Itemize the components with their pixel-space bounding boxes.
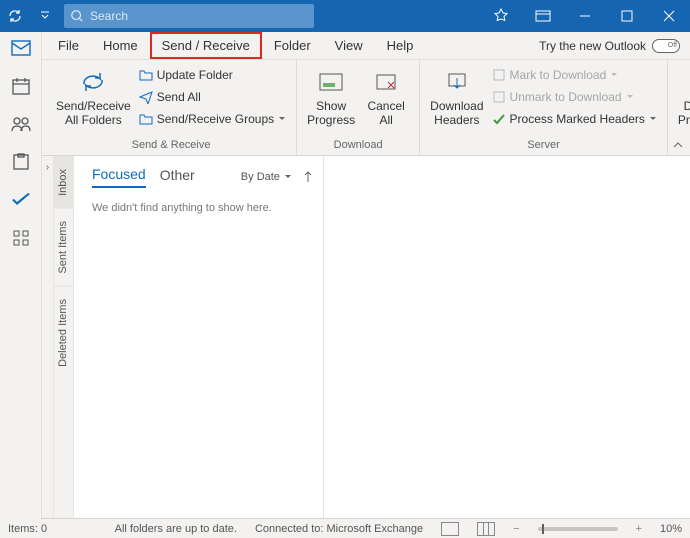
ribbon-tabs: File Home Send / Receive Folder View Hel… — [0, 32, 690, 60]
chevron-down-icon — [278, 115, 286, 123]
folder-pane-expand[interactable]: › — [42, 156, 54, 518]
ribbon-group-download: Show Progress Cancel All Download — [297, 60, 420, 155]
tab-help[interactable]: Help — [375, 32, 426, 59]
ribbon-mode-icon[interactable] — [522, 0, 564, 32]
try-new-outlook-label: Try the new Outlook — [539, 39, 646, 53]
ribbon-group-label: Send & Receive — [52, 139, 290, 153]
chevron-down-icon — [626, 93, 634, 101]
progress-icon — [318, 66, 344, 98]
try-new-outlook[interactable]: Try the new Outlook Off — [539, 32, 690, 59]
zoom-slider[interactable] — [538, 527, 618, 531]
vtab-deleted-items[interactable]: Deleted Items — [54, 286, 73, 379]
cancel-all-button[interactable]: Cancel All — [359, 64, 413, 130]
status-sync: All folders are up to date. — [115, 523, 237, 535]
folder-icon — [139, 112, 153, 126]
tab-file[interactable]: File — [46, 32, 91, 59]
download-headers-icon — [445, 66, 469, 98]
view-reading-button[interactable] — [477, 522, 495, 536]
tab-home[interactable]: Home — [91, 32, 150, 59]
update-folder-button[interactable]: Update Folder — [135, 64, 290, 86]
status-bar: Items: 0 All folders are up to date. Con… — [0, 518, 690, 538]
folder-pane-minimized: Inbox Sent Items Deleted Items — [54, 156, 74, 518]
chevron-down-icon — [610, 71, 618, 79]
reading-pane — [324, 156, 690, 518]
send-receive-all-button[interactable]: Send/Receive All Folders — [52, 64, 135, 130]
send-receive-all-label: Send/Receive All Folders — [56, 100, 131, 128]
content-area: › Inbox Sent Items Deleted Items Focused… — [0, 156, 690, 518]
mark-icon — [492, 68, 506, 82]
rail-mail-icon[interactable] — [7, 36, 35, 60]
vtab-inbox[interactable]: Inbox — [54, 156, 73, 208]
unmark-icon — [492, 90, 506, 104]
search-icon — [70, 9, 84, 23]
cancel-icon — [374, 66, 398, 98]
chevron-down-icon — [649, 115, 657, 123]
status-connection: Connected to: Microsoft Exchange — [255, 523, 423, 535]
process-marked-headers-button[interactable]: Process Marked Headers — [488, 108, 661, 130]
title-bar — [0, 0, 690, 32]
maximize-button[interactable] — [606, 0, 648, 32]
sort-arrow-icon — [303, 171, 313, 183]
ribbon: Send/Receive All Folders Update Folder S… — [0, 60, 690, 156]
send-all-button[interactable]: Send All — [135, 86, 290, 108]
ribbon-group-server: Download Headers Mark to Download Unmark… — [420, 60, 668, 155]
try-new-outlook-toggle[interactable]: Off — [652, 39, 680, 53]
tab-folder[interactable]: Folder — [262, 32, 323, 59]
search-box[interactable] — [64, 4, 314, 28]
search-input[interactable] — [90, 9, 290, 23]
download-preferences-button[interactable]: Download Preferences — [674, 64, 690, 138]
minimize-button[interactable] — [564, 0, 606, 32]
status-item-count: Items: 0 — [8, 523, 47, 535]
rail-people-icon[interactable] — [7, 112, 35, 136]
ribbon-group-send-receive: Send/Receive All Folders Update Folder S… — [46, 60, 297, 155]
check-icon — [492, 112, 506, 126]
download-headers-button[interactable]: Download Headers — [426, 64, 487, 130]
pivot-other[interactable]: Other — [160, 167, 195, 187]
view-normal-button[interactable] — [441, 522, 459, 536]
show-progress-button[interactable]: Show Progress — [303, 64, 359, 130]
coming-soon-icon[interactable] — [480, 0, 522, 32]
unmark-to-download-button: Unmark to Download — [488, 86, 661, 108]
empty-list-message: We didn't find anything to show here. — [74, 196, 323, 214]
collapse-ribbon-button[interactable] — [672, 139, 684, 151]
pivot-focused[interactable]: Focused — [92, 166, 146, 188]
zoom-level: 10% — [660, 523, 682, 535]
mark-to-download-button: Mark to Download — [488, 64, 661, 86]
close-button[interactable] — [648, 0, 690, 32]
message-list: Focused Other By Date We didn't find any… — [74, 156, 324, 518]
folder-refresh-icon — [139, 68, 153, 82]
rail-calendar-icon[interactable] — [7, 74, 35, 98]
tab-send-receive[interactable]: Send / Receive — [150, 32, 262, 59]
vtab-sent-items[interactable]: Sent Items — [54, 208, 73, 286]
quick-access-dropdown[interactable] — [30, 0, 60, 32]
sync-icon — [78, 66, 108, 98]
tab-view[interactable]: View — [323, 32, 375, 59]
refresh-icon[interactable] — [0, 0, 30, 32]
send-icon — [139, 90, 153, 104]
sort-button[interactable]: By Date — [241, 171, 313, 183]
send-receive-groups-button[interactable]: Send/Receive Groups — [135, 108, 290, 130]
chevron-down-icon — [284, 173, 292, 181]
